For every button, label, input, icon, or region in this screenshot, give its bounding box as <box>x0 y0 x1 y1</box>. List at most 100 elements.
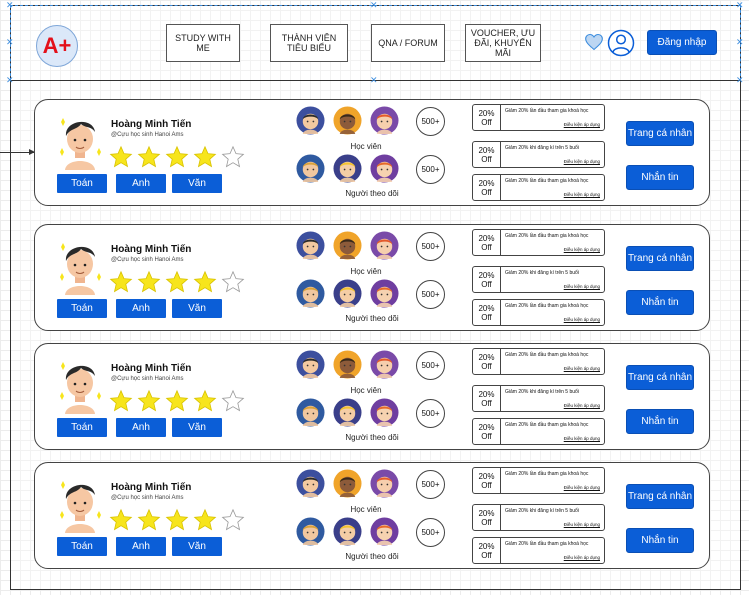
star-filled-icon[interactable] <box>137 508 161 532</box>
nav-vouchers[interactable]: VOUCHER, ƯU ĐÃI, KHUYẾN MÃI <box>465 24 541 62</box>
voucher-terms-link[interactable]: Điều kiện áp dụng <box>564 192 600 197</box>
message-button[interactable]: Nhắn tin <box>626 290 694 315</box>
star-filled-icon[interactable] <box>109 145 133 169</box>
profile-button[interactable]: Trang cá nhân <box>626 484 694 509</box>
voucher-terms-link[interactable]: Điều kiện áp dụng <box>564 403 600 408</box>
resize-handle-icon[interactable]: ✕ <box>6 1 14 10</box>
member-avatar-icon <box>296 469 325 498</box>
subject-button[interactable]: Anh <box>116 418 166 437</box>
subject-button[interactable]: Anh <box>116 537 166 556</box>
star-filled-icon[interactable] <box>165 389 189 413</box>
voucher-card[interactable]: 20% Off Giảm 20% khi đăng kí trên 5 buổi Đ… <box>472 504 605 531</box>
students-label: Học viên <box>350 505 382 514</box>
star-filled-icon[interactable] <box>137 270 161 294</box>
subject-button[interactable]: Toán <box>57 174 107 193</box>
followers-count[interactable]: 500+ <box>416 280 445 309</box>
star-filled-icon[interactable] <box>109 270 133 294</box>
subject-button[interactable]: Toán <box>57 537 107 556</box>
star-filled-icon[interactable] <box>193 270 217 294</box>
login-button[interactable]: Đăng nhập <box>647 30 717 55</box>
nav-qna-forum[interactable]: QNA / FORUM <box>371 24 445 62</box>
star-filled-icon[interactable] <box>137 145 161 169</box>
voucher-discount: 20% Off <box>473 142 501 167</box>
voucher-card[interactable]: 20% Off Giảm 20% lần đầu tham gia khoá họ… <box>472 467 605 494</box>
profile-button[interactable]: Trang cá nhân <box>626 246 694 271</box>
star-filled-icon[interactable] <box>137 389 161 413</box>
resize-handle-icon[interactable]: ✕ <box>736 76 744 85</box>
followers-count[interactable]: 500+ <box>416 155 445 184</box>
star-rating[interactable] <box>109 508 245 532</box>
voucher-card[interactable]: 20% Off Giảm 20% khi đăng kí trên 5 buổi Đ… <box>472 141 605 168</box>
logo[interactable]: A+ <box>36 25 78 67</box>
message-button[interactable]: Nhắn tin <box>626 165 694 190</box>
user-icon[interactable] <box>607 29 635 57</box>
subject-button[interactable]: Văn <box>172 418 222 437</box>
tutor-name[interactable]: Hoàng Minh Tiến <box>111 482 191 493</box>
subject-button[interactable]: Toán <box>57 299 107 318</box>
subject-button[interactable]: Văn <box>172 174 222 193</box>
subject-button[interactable]: Văn <box>172 537 222 556</box>
voucher-card[interactable]: 20% Off Giảm 20% lần đầu tham gia khoá họ… <box>472 229 605 256</box>
star-filled-icon[interactable] <box>109 389 133 413</box>
subject-button[interactable]: Văn <box>172 299 222 318</box>
subject-button[interactable]: Anh <box>116 299 166 318</box>
voucher-card[interactable]: 20% Off Giảm 20% lần đầu tham gia khoá họ… <box>472 418 605 445</box>
star-filled-icon[interactable] <box>165 145 189 169</box>
star-filled-icon[interactable] <box>109 508 133 532</box>
students-count[interactable]: 500+ <box>416 470 445 499</box>
followers-count[interactable]: 500+ <box>416 399 445 428</box>
nav-study-with-me[interactable]: STUDY WITH ME <box>166 24 240 62</box>
subject-button[interactable]: Anh <box>116 174 166 193</box>
voucher-card[interactable]: 20% Off Giảm 20% lần đầu tham gia khoá họ… <box>472 537 605 564</box>
heart-icon[interactable] <box>584 32 604 52</box>
subject-button[interactable]: Toán <box>57 418 107 437</box>
resize-handle-icon[interactable]: ✕ <box>736 1 744 10</box>
voucher-card[interactable]: 20% Off Giảm 20% khi đăng kí trên 5 buổi Đ… <box>472 266 605 293</box>
voucher-terms-link[interactable]: Điều kiện áp dụng <box>564 284 600 289</box>
profile-button[interactable]: Trang cá nhân <box>626 121 694 146</box>
star-empty-icon[interactable] <box>221 145 245 169</box>
star-filled-icon[interactable] <box>165 508 189 532</box>
voucher-card[interactable]: 20% Off Giảm 20% lần đầu tham gia khoá họ… <box>472 104 605 131</box>
voucher-card[interactable]: 20% Off Giảm 20% khi đăng kí trên 5 buổi Đ… <box>472 385 605 412</box>
tutor-name[interactable]: Hoàng Minh Tiến <box>111 119 191 130</box>
voucher-card[interactable]: 20% Off Giảm 20% lần đầu tham gia khoá họ… <box>472 299 605 326</box>
star-filled-icon[interactable] <box>193 389 217 413</box>
voucher-terms-link[interactable]: Điều kiện áp dụng <box>564 555 600 560</box>
resize-handle-icon[interactable]: ✕ <box>370 76 378 85</box>
students-count[interactable]: 500+ <box>416 351 445 380</box>
voucher-terms-link[interactable]: Điều kiện áp dụng <box>564 436 600 441</box>
star-empty-icon[interactable] <box>221 389 245 413</box>
message-button[interactable]: Nhắn tin <box>626 528 694 553</box>
voucher-terms-link[interactable]: Điều kiện áp dụng <box>564 247 600 252</box>
resize-handle-icon[interactable]: ✕ <box>6 38 14 47</box>
star-rating[interactable] <box>109 145 245 169</box>
star-rating[interactable] <box>109 270 245 294</box>
message-button[interactable]: Nhắn tin <box>626 409 694 434</box>
voucher-terms-link[interactable]: Điều kiện áp dụng <box>564 485 600 490</box>
voucher-terms-link[interactable]: Điều kiện áp dụng <box>564 522 600 527</box>
resize-handle-icon[interactable]: ✕ <box>6 76 14 85</box>
star-rating[interactable] <box>109 389 245 413</box>
star-filled-icon[interactable] <box>193 145 217 169</box>
voucher-card[interactable]: 20% Off Giảm 20% lần đầu tham gia khoá họ… <box>472 174 605 201</box>
star-empty-icon[interactable] <box>221 270 245 294</box>
students-count[interactable]: 500+ <box>416 232 445 261</box>
tutor-name[interactable]: Hoàng Minh Tiến <box>111 363 191 374</box>
voucher-card[interactable]: 20% Off Giảm 20% lần đầu tham gia khoá họ… <box>472 348 605 375</box>
profile-button[interactable]: Trang cá nhân <box>626 365 694 390</box>
voucher-terms-link[interactable]: Điều kiện áp dụng <box>564 366 600 371</box>
nav-featured-members[interactable]: THÀNH VIÊN TIÊU BIỂU <box>270 24 348 62</box>
voucher-terms-link[interactable]: Điều kiện áp dụng <box>564 122 600 127</box>
member-avatar-icon <box>370 517 399 546</box>
tutor-name[interactable]: Hoàng Minh Tiến <box>111 244 191 255</box>
star-empty-icon[interactable] <box>221 508 245 532</box>
resize-handle-icon[interactable]: ✕ <box>370 1 378 10</box>
voucher-terms-link[interactable]: Điều kiện áp dụng <box>564 317 600 322</box>
voucher-terms-link[interactable]: Điều kiện áp dụng <box>564 159 600 164</box>
students-count[interactable]: 500+ <box>416 107 445 136</box>
star-filled-icon[interactable] <box>165 270 189 294</box>
followers-count[interactable]: 500+ <box>416 518 445 547</box>
resize-handle-icon[interactable]: ✕ <box>736 38 744 47</box>
star-filled-icon[interactable] <box>193 508 217 532</box>
